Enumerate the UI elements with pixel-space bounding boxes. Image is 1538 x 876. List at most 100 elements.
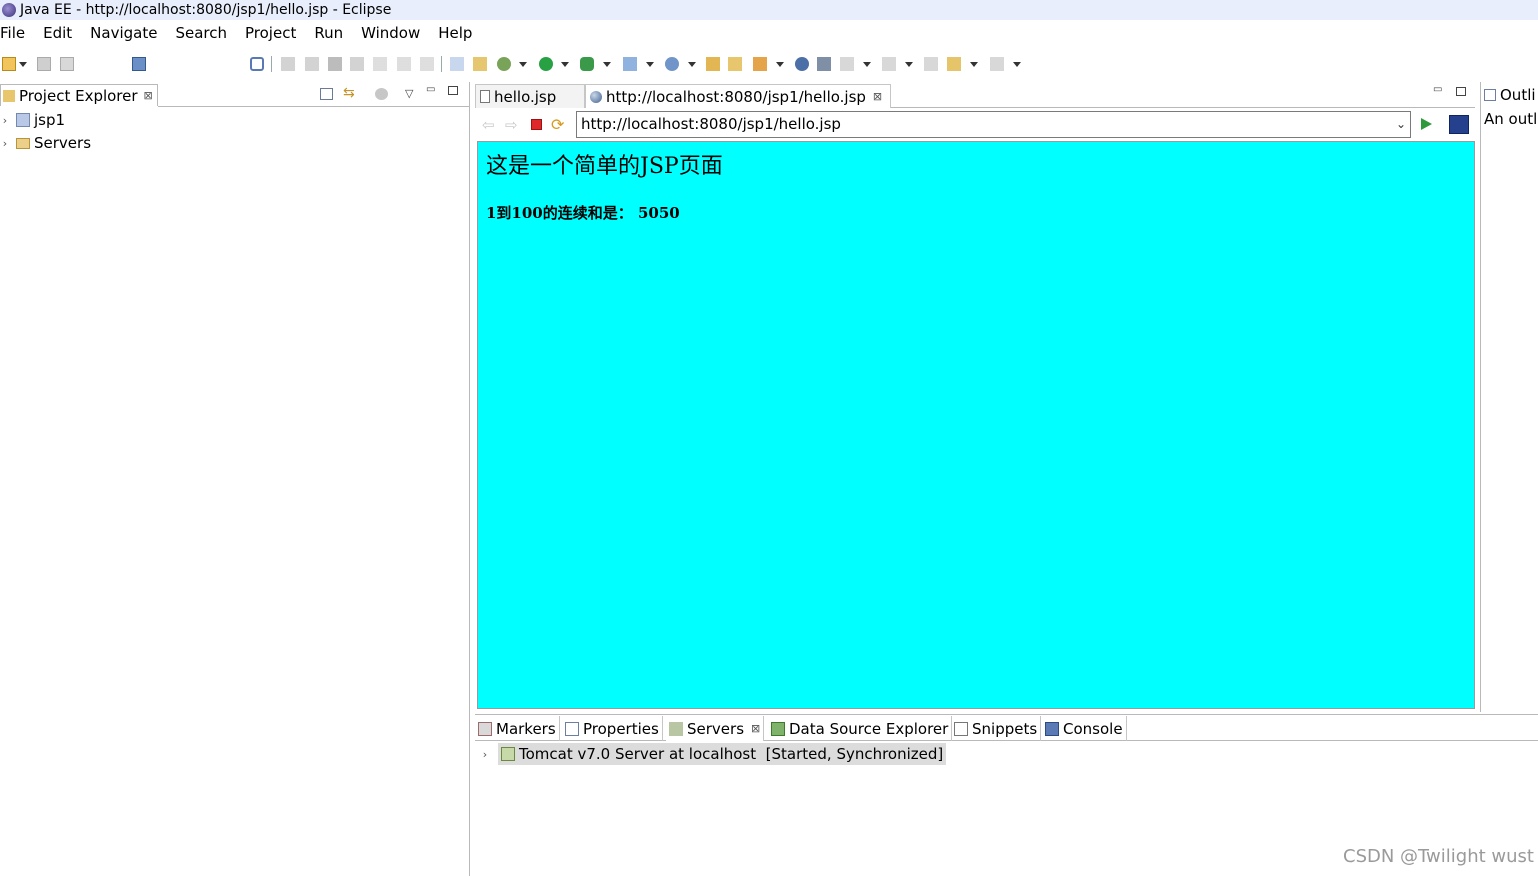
prev-annotation-dropdown-icon[interactable] [905,62,913,67]
server-row[interactable]: › Tomcat v7.0 Server at localhost [Start… [480,743,947,765]
tree-item-jsp1[interactable]: › jsp1 [0,109,65,131]
back-icon[interactable]: ⇦ [482,116,495,134]
disconnect-icon[interactable] [350,57,364,71]
search-dropdown-icon[interactable] [776,62,784,67]
forward-dropdown-icon[interactable] [1013,62,1021,67]
new-java-class-dropdown-icon[interactable] [688,62,696,67]
menu-search[interactable]: Search [166,24,236,42]
new-icon[interactable] [2,57,16,71]
tree-item-label: jsp1 [34,111,66,129]
server-item[interactable]: Tomcat v7.0 Server at localhost [Started… [498,743,947,765]
new-java-class-icon[interactable] [665,57,679,71]
menu-edit[interactable]: Edit [34,24,81,42]
browser-icon[interactable] [795,57,809,71]
run-icon[interactable] [539,57,553,71]
save-all-icon[interactable] [60,57,74,71]
close-icon[interactable]: ⊠ [144,89,153,102]
use-step-filters-icon[interactable] [450,57,464,71]
outline-icon [1484,89,1496,101]
new-server-icon[interactable] [623,57,637,71]
tab-label: Markers [496,719,556,738]
terminate-icon[interactable] [328,57,342,71]
link-editor-icon[interactable]: ⇆ [343,86,357,100]
suspend-icon[interactable] [305,57,319,71]
menu-window[interactable]: Window [352,24,429,42]
tab-project-explorer[interactable]: Project Explorer ⊠ [0,84,158,106]
ant-icon[interactable] [473,57,487,71]
url-text: http://localhost:8080/jsp1/hello.jsp [581,115,841,133]
view-menu-icon[interactable]: ▽ [405,87,413,100]
chevron-right-icon[interactable]: › [480,748,490,761]
new-dropdown-icon[interactable] [19,62,27,67]
tree-item-label: Servers [34,134,92,152]
chevron-down-icon[interactable]: ⌄ [1396,112,1406,137]
menu-help[interactable]: Help [429,24,481,42]
web-services-icon[interactable] [817,57,831,71]
outline-message: An outl [1484,110,1538,128]
step-return-icon[interactable] [420,57,434,71]
window-title: Java EE - http://localhost:8080/jsp1/hel… [20,2,392,18]
title-bar: Java EE - http://localhost:8080/jsp1/hel… [0,0,1538,20]
minimize-icon[interactable]: ▭ [1433,84,1442,95]
open-type-icon[interactable] [706,57,720,71]
search-tool-icon[interactable] [753,57,767,71]
chevron-right-icon[interactable]: › [0,137,10,150]
tab-servers[interactable]: Servers ⊠ [666,716,765,741]
terminal-icon[interactable] [132,57,146,71]
tab-markers[interactable]: Markers [475,716,560,741]
page-heading: 这是一个简单的JSP页面 [486,154,723,179]
run-server-icon[interactable] [580,57,594,71]
tab-properties[interactable]: Properties [562,716,663,741]
menu-project[interactable]: Project [236,24,305,42]
run-dropdown-icon[interactable] [561,62,569,67]
stop-icon[interactable] [531,119,542,130]
snippets-icon [954,721,968,736]
collapse-all-icon[interactable] [320,88,333,100]
save-icon[interactable] [37,57,51,71]
tree-item-servers[interactable]: › Servers [0,132,91,154]
tab-data-source-explorer[interactable]: Data Source Explorer [768,716,953,741]
step-into-icon[interactable] [373,57,387,71]
refresh-icon[interactable]: ⟳ [551,115,564,134]
minimize-icon[interactable]: ▭ [426,84,435,95]
browser-toolbar: ⇦ ⇨ ⟳ http://localhost:8080/jsp1/hello.j… [477,110,1475,140]
tab-outline[interactable]: Outli [1484,86,1536,104]
last-edit-icon[interactable] [924,57,938,71]
chevron-right-icon[interactable]: › [0,114,10,127]
go-icon[interactable] [1421,118,1432,130]
skip-breakpoints-icon[interactable] [250,57,264,71]
open-resource-icon[interactable] [728,57,742,71]
project-icon [16,113,30,127]
tab-hello-jsp[interactable]: hello.jsp [475,84,585,108]
resume-icon[interactable] [281,57,295,71]
menu-navigate[interactable]: Navigate [81,24,166,42]
back-dropdown-icon[interactable] [970,62,978,67]
tab-browser[interactable]: http://localhost:8080/jsp1/hello.jsp ⊠ [585,84,891,108]
back-icon[interactable] [947,57,961,71]
close-icon[interactable]: ⊠ [873,90,882,103]
close-icon[interactable]: ⊠ [751,722,760,735]
globe-icon [590,90,602,103]
maximize-icon[interactable] [448,86,458,95]
filter-icon[interactable] [375,88,388,100]
eclipse-web-icon[interactable] [1449,115,1469,134]
tab-label: Project Explorer [19,86,138,105]
debug-icon[interactable] [497,57,511,71]
next-annotation-dropdown-icon[interactable] [863,62,871,67]
tab-console[interactable]: Console [1042,716,1127,741]
step-over-icon[interactable] [397,57,411,71]
run-server-dropdown-icon[interactable] [603,62,611,67]
next-annotation-icon[interactable] [840,57,854,71]
tab-label: hello.jsp [494,87,557,106]
debug-dropdown-icon[interactable] [519,62,527,67]
forward-icon[interactable] [990,57,1004,71]
forward-icon[interactable]: ⇨ [505,116,518,134]
maximize-icon[interactable] [1456,87,1466,96]
data-source-icon [771,721,785,736]
prev-annotation-icon[interactable] [882,57,896,71]
menu-file[interactable]: File [0,24,34,42]
new-server-dropdown-icon[interactable] [646,62,654,67]
menu-run[interactable]: Run [305,24,352,42]
tab-snippets[interactable]: Snippets [951,716,1042,741]
url-input[interactable]: http://localhost:8080/jsp1/hello.jsp ⌄ [576,111,1411,138]
